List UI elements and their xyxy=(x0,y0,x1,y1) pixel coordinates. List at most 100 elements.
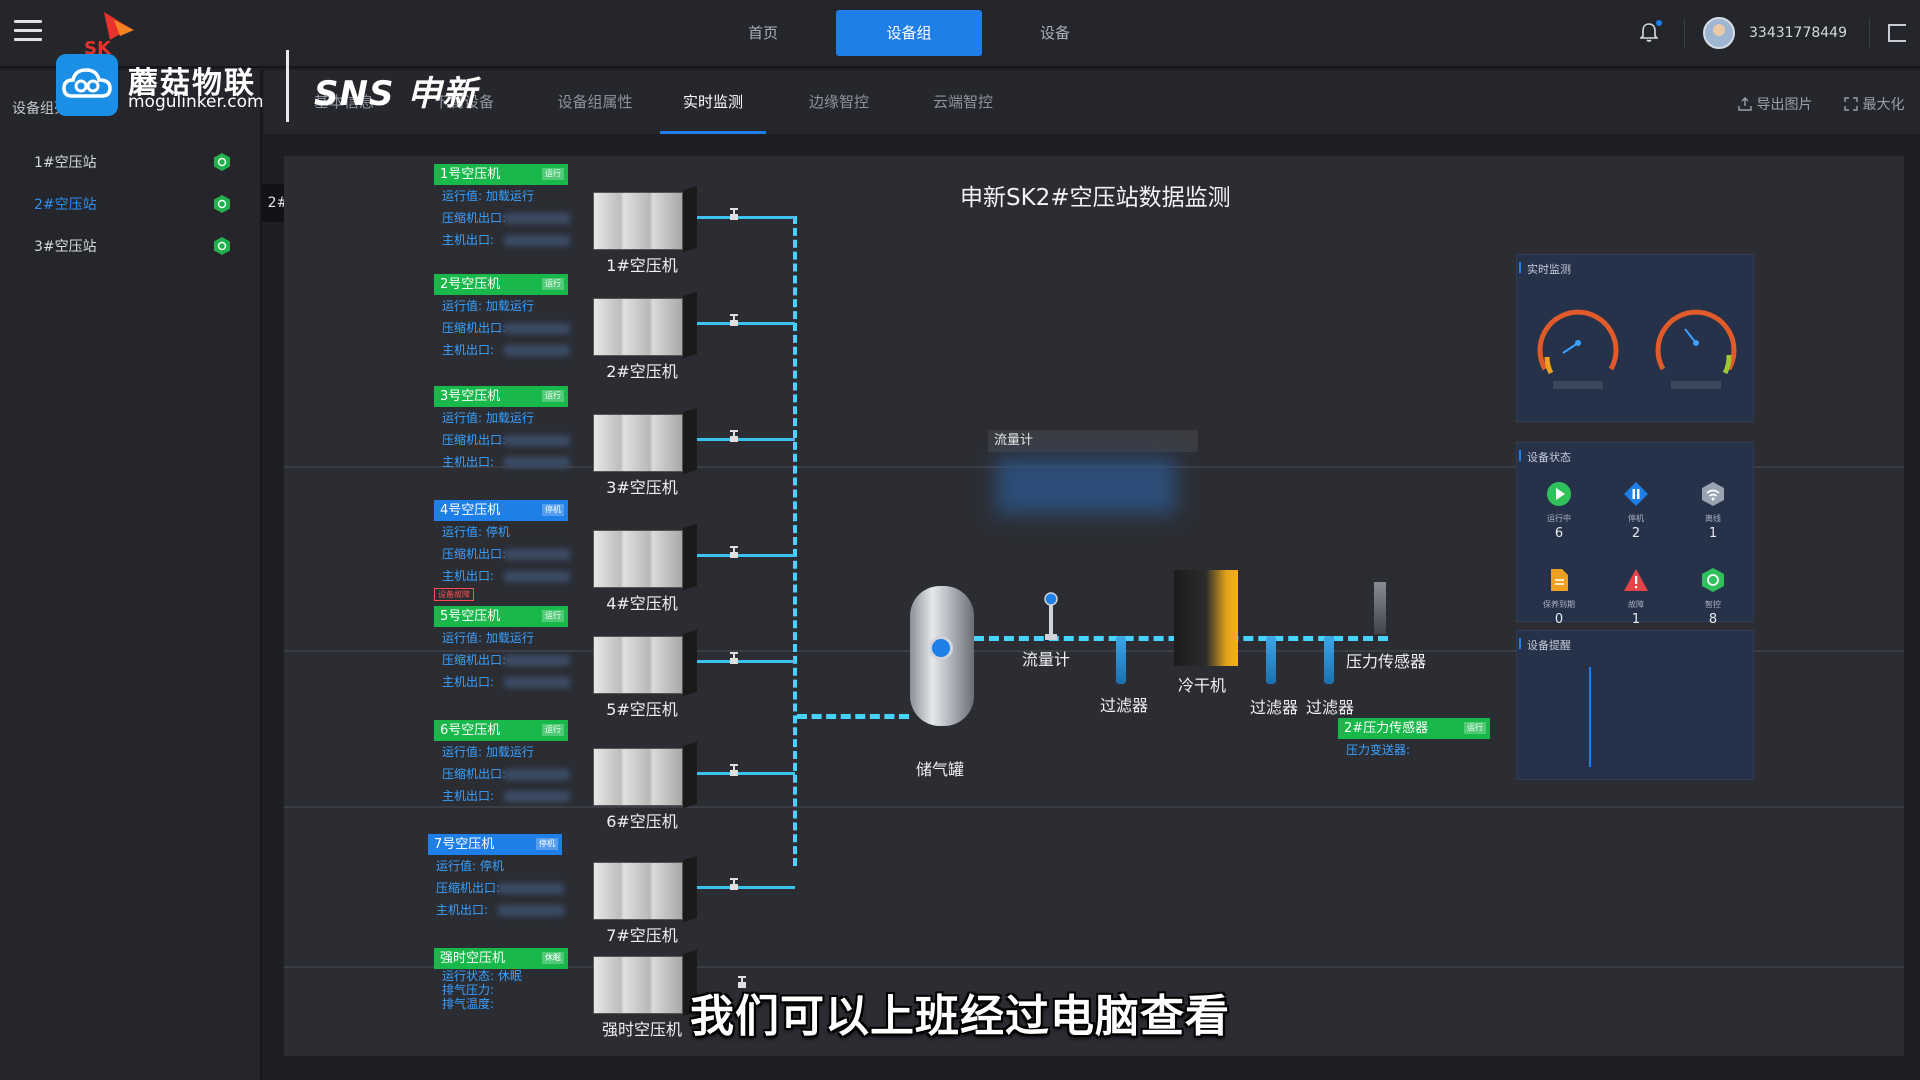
card-header: 3号空压机 运行 xyxy=(434,386,568,407)
card-row-main: 主机出口: xyxy=(434,339,570,361)
tab-realtime-monitor[interactable]: 实时监测 xyxy=(660,70,766,134)
card-header: 5号空压机 运行 xyxy=(434,606,568,627)
pipe-to-tank xyxy=(797,714,909,719)
compressor-card-6[interactable]: 6号空压机 运行 运行值: 加载运行 压缩机出口: 主机出口: xyxy=(434,720,570,807)
nav-device-group[interactable]: 设备组 xyxy=(836,10,982,56)
pressure-sensor[interactable] xyxy=(1374,582,1386,634)
reminder-indicator-line xyxy=(1589,667,1591,767)
card-row-run: 运行值: 加载运行 xyxy=(442,631,534,645)
maximize-label: 最大化 xyxy=(1862,97,1905,113)
flowmeter-icon[interactable] xyxy=(1044,592,1058,644)
compressor-label-7: 7#空压机 xyxy=(606,926,678,945)
sidebar-item-station-1[interactable]: 1#空压站 xyxy=(34,152,244,186)
status-fault[interactable]: 故障 1 xyxy=(1606,567,1666,627)
compressor-label-6: 6#空压机 xyxy=(606,812,678,831)
valve-icon xyxy=(730,430,738,442)
pressure-sensor-card[interactable]: 2#压力传感器 运行 压力变送器: xyxy=(1338,718,1490,761)
valve-icon xyxy=(730,764,738,776)
pressure-sensor-label: 压力传感器 xyxy=(1346,652,1427,671)
card-row-main: 主机出口: xyxy=(428,899,564,921)
card-header: 强时空压机 休眠 xyxy=(434,948,568,969)
menu-icon[interactable] xyxy=(14,20,42,44)
hex-sync-icon xyxy=(1702,568,1724,592)
export-image-button[interactable]: 导出图片 xyxy=(1738,94,1812,114)
export-label: 导出图片 xyxy=(1756,97,1813,113)
status-running[interactable]: 运行中 6 xyxy=(1529,481,1589,541)
station-label: 2#空压站 xyxy=(34,197,97,213)
compressor-card-8[interactable]: 强时空压机 休眠 运行状态: 休眠 排气压力: 排气温度: xyxy=(434,948,568,1011)
compressor-machine-8[interactable] xyxy=(593,949,697,1017)
compressor-card-5[interactable]: 5号空压机 运行 运行值: 加载运行 压缩机出口: 主机出口: xyxy=(434,606,570,693)
card-header: 2#压力传感器 运行 xyxy=(1338,718,1490,739)
card-row-run: 运行值: 加载运行 xyxy=(442,411,534,425)
maximize-button[interactable]: 最大化 xyxy=(1844,94,1904,114)
bell-icon[interactable] xyxy=(1639,20,1663,43)
compressor-machine-6[interactable] xyxy=(593,741,697,809)
compressor-label-5: 5#空压机 xyxy=(606,700,678,719)
sidebar-item-station-3[interactable]: 3#空压站 xyxy=(34,236,244,270)
hex-status-icon xyxy=(214,237,230,255)
username[interactable]: 33431778449 xyxy=(1749,25,1847,41)
valve-icon xyxy=(730,546,738,558)
panel-title: 设备状态 xyxy=(1517,443,1753,465)
valve-icon xyxy=(730,652,738,664)
card-header: 2号空压机 运行 xyxy=(434,274,568,295)
brand-logo: SK 蘑菇物联 mogulinker.com SNS 申新 xyxy=(56,10,496,128)
status-smart-control[interactable]: 智控 8 xyxy=(1683,567,1743,627)
compressor-machine-3[interactable] xyxy=(593,407,697,475)
branch-pipe xyxy=(697,322,795,325)
filter-1[interactable] xyxy=(1116,636,1126,684)
compressor-card-1[interactable]: 1号空压机 运行 运行值: 加载运行 压缩机出口: 主机出口: xyxy=(434,164,570,251)
compressor-machine-5[interactable] xyxy=(593,629,697,697)
nav-device[interactable]: 设备 xyxy=(982,10,1128,56)
branch-pipe xyxy=(697,772,795,775)
realtime-panel: 实时监测 xyxy=(1516,254,1754,422)
card-header: 1号空压机 运行 xyxy=(434,164,568,185)
logout-icon[interactable] xyxy=(1888,24,1906,42)
hex-status-icon xyxy=(214,153,230,171)
valve-icon xyxy=(738,976,746,988)
valve-icon xyxy=(730,208,738,220)
filter-2[interactable] xyxy=(1266,636,1276,684)
cold-dryer[interactable] xyxy=(1174,570,1238,666)
upload-icon xyxy=(1738,97,1752,111)
compressor-machine-7[interactable] xyxy=(593,855,697,923)
status-maintenance[interactable]: 保养到期 0 xyxy=(1529,567,1589,627)
card-row-outlet: 压缩机出口: xyxy=(434,649,570,671)
compressor-card-7[interactable]: 7号空压机 停机 运行值: 停机 压缩机出口: 主机出口: xyxy=(428,834,564,921)
card-header: 7号空压机 停机 xyxy=(428,834,562,855)
air-tank[interactable] xyxy=(910,586,974,726)
tab-cloud-control[interactable]: 云端智控 xyxy=(910,70,1016,134)
notification-dot xyxy=(1656,20,1663,26)
branch-pipe xyxy=(697,554,795,557)
filter-3[interactable] xyxy=(1324,636,1334,684)
compressor-machine-4[interactable] xyxy=(593,523,697,591)
nav-home[interactable]: 首页 xyxy=(690,10,836,56)
compressor-card-2[interactable]: 2号空压机 运行 运行值: 加载运行 压缩机出口: 主机出口: xyxy=(434,274,570,361)
sub-tabs: 基本信息 下属设备 设备组属性 实时监测 边缘智控 云端智控 导出图片 最大化 xyxy=(264,70,1920,134)
status-stopped[interactable]: 停机 2 xyxy=(1606,481,1666,541)
tab-group-properties[interactable]: 设备组属性 xyxy=(540,70,650,134)
sidebar-item-station-2[interactable]: 2#空压站 xyxy=(34,194,244,228)
filter-label-1: 过滤器 xyxy=(1100,696,1149,715)
gauge-1-icon xyxy=(1537,309,1619,389)
status-offline[interactable]: 离线 1 xyxy=(1683,481,1743,541)
flowmeter-label: 流量计 xyxy=(1022,650,1071,669)
expand-icon xyxy=(1844,97,1858,111)
card-row-outlet: 压缩机出口: xyxy=(434,543,570,565)
tab-edge-control[interactable]: 边缘智控 xyxy=(786,70,892,134)
wifi-off-icon xyxy=(1702,482,1724,506)
card-row-run: 运行值: 加载运行 xyxy=(442,299,534,313)
tank-label: 储气罐 xyxy=(916,760,965,779)
compressor-card-4[interactable]: 4号空压机 停机 运行值: 停机 压缩机出口: 主机出口: xyxy=(434,500,570,587)
card-row-main: 主机出口: xyxy=(434,451,570,473)
gauge-icon xyxy=(929,636,953,660)
flowmeter-panel-values xyxy=(996,458,1176,514)
valve-icon xyxy=(730,314,738,326)
compressor-machine-2[interactable] xyxy=(593,291,697,359)
compressor-card-3[interactable]: 3号空压机 运行 运行值: 加载运行 压缩机出口: 主机出口: xyxy=(434,386,570,473)
compressor-machine-1[interactable] xyxy=(593,185,697,253)
branch-pipe xyxy=(697,438,795,441)
sk-logo-icon: SK xyxy=(84,12,134,58)
avatar[interactable] xyxy=(1703,17,1736,49)
